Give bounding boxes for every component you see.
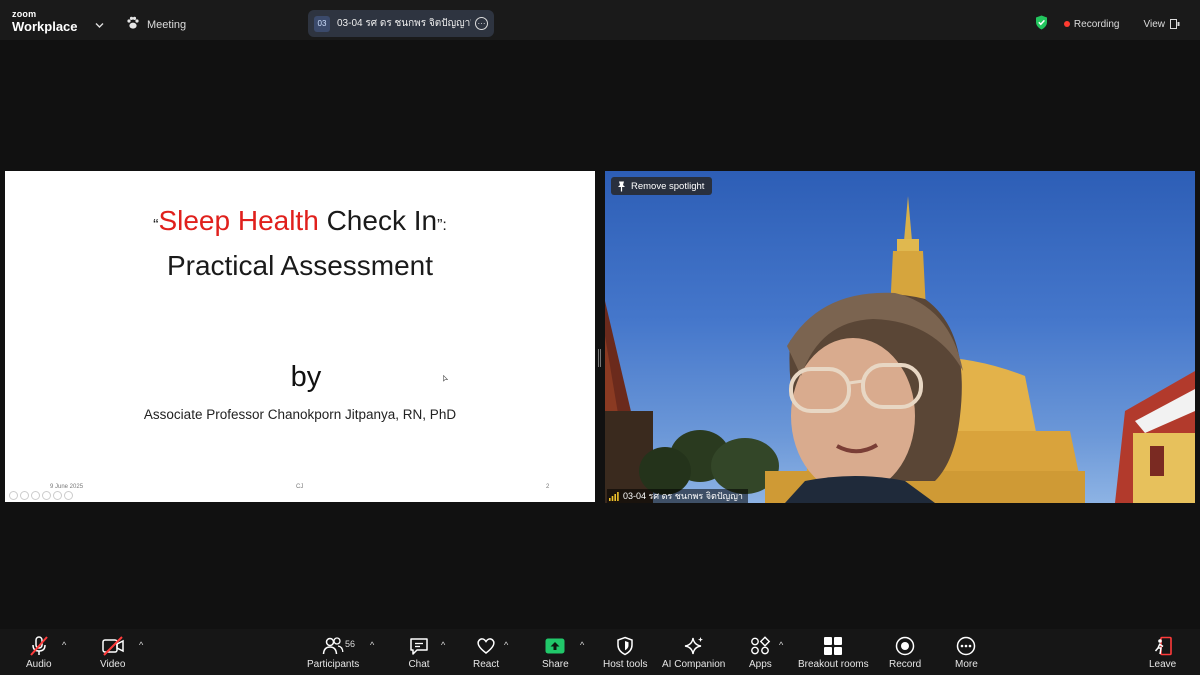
record-dot-icon: [1063, 21, 1070, 27]
more-dots-icon: [957, 636, 976, 656]
chat-button[interactable]: Chat: [408, 636, 430, 670]
audio-label: Audio: [26, 659, 52, 670]
sparkle-icon: [684, 637, 703, 655]
participants-count: 56: [345, 639, 356, 649]
slide-nav-controls[interactable]: [9, 491, 73, 500]
slide-footer-initials: CJ: [296, 484, 304, 490]
breakout-rooms-icon: [824, 637, 843, 655]
video-scene: [605, 196, 1195, 503]
top-bar: zoom Workplace Meeting 03 03-04 รศ ดร ชน…: [0, 0, 1200, 40]
remove-spotlight-button[interactable]: Remove spotlight: [611, 177, 713, 195]
apps-label: Apps: [749, 659, 772, 670]
share-label: Share: [542, 659, 569, 670]
share-button[interactable]: Share: [542, 636, 569, 670]
react-label: React: [473, 659, 500, 670]
video-label: Video: [100, 659, 126, 670]
paw-icon: [126, 16, 140, 33]
recording-label: Recording: [1073, 18, 1120, 30]
meeting-label: Meeting: [147, 18, 187, 31]
more-label: More: [955, 659, 978, 670]
chat-options-caret-icon[interactable]: ^: [441, 640, 445, 650]
record-button[interactable]: Record: [889, 636, 921, 670]
signal-strength-icon: [609, 491, 619, 501]
more-button[interactable]: More: [955, 636, 978, 670]
remove-spotlight-label: Remove spotlight: [631, 180, 705, 192]
breakout-rooms-button[interactable]: Breakout rooms: [798, 636, 869, 670]
react-options-caret-icon[interactable]: ^: [504, 640, 508, 650]
breakout-rooms-label: Breakout rooms: [798, 659, 869, 670]
slide-by: by: [290, 361, 322, 393]
more-options-icon[interactable]: ···: [475, 17, 488, 30]
slide-page-number: 2: [546, 484, 550, 490]
participants-label: Participants: [307, 659, 360, 670]
title-rest: Check In: [318, 205, 438, 236]
recording-indicator[interactable]: Recording: [1063, 18, 1120, 30]
participants-icon: [322, 637, 344, 655]
slide-title: “Sleep Health Check In”: Practical Asses…: [5, 201, 595, 286]
split-resize-handle[interactable]: [598, 349, 601, 367]
leave-button[interactable]: Leave: [1149, 636, 1176, 670]
participant-name-tag: 03-04 รศ ดร ชนกพร จิตปัญญา: [607, 489, 748, 503]
shared-screen-slide: “Sleep Health Check In”: Practical Asses…: [5, 171, 595, 502]
react-button[interactable]: React: [473, 636, 499, 670]
top-right-controls: Recording View: [1035, 15, 1180, 33]
leave-door-icon: [1154, 636, 1172, 656]
slide-nav-icon[interactable]: [20, 491, 29, 500]
ai-companion-button[interactable]: AI Companion: [662, 636, 725, 670]
slide-nav-icon[interactable]: [53, 491, 62, 500]
zoom-workplace-logo[interactable]: zoom Workplace: [12, 9, 78, 34]
video-options-caret-icon[interactable]: ^: [139, 640, 143, 650]
quote-close: ”:: [437, 217, 447, 234]
slide-nav-icon[interactable]: [64, 491, 73, 500]
slide-nav-icon[interactable]: [9, 491, 18, 500]
slide-nav-icon[interactable]: [31, 491, 40, 500]
slide-nav-icon[interactable]: [42, 491, 51, 500]
slide-author: Associate Professor Chanokporn Jitpanya,…: [143, 407, 457, 422]
video-camera-off-icon: [101, 636, 124, 656]
audio-options-caret-icon[interactable]: ^: [62, 640, 66, 650]
brand-workplace-text: Workplace: [12, 19, 78, 34]
participant-name: 03-04 รศ ดร ชนกพร จิตปัญญา: [623, 491, 743, 501]
ai-companion-label: AI Companion: [662, 659, 726, 670]
slide-footer-date: 9 June 2025: [50, 484, 84, 490]
shield-host-icon: [617, 636, 633, 656]
apps-options-caret-icon[interactable]: ^: [779, 640, 783, 650]
video-button[interactable]: Video: [100, 636, 125, 670]
record-icon: [895, 636, 915, 656]
chat-bubble-icon: [410, 638, 428, 655]
title-highlight: Sleep Health: [158, 205, 319, 236]
share-options-caret-icon[interactable]: ^: [580, 640, 584, 650]
meeting-toolbar: Audio ^ Video ^ Participants 56 ^ Chat ^: [0, 629, 1200, 675]
leave-label: Leave: [1149, 659, 1177, 670]
participant-video[interactable]: Remove spotlight 03-04 รศ ดร ชนกพร จิตปั…: [605, 171, 1195, 503]
view-label: View: [1143, 18, 1166, 30]
share-screen-icon: [545, 638, 565, 654]
sharer-avatar: 03: [314, 15, 330, 32]
record-label: Record: [889, 659, 922, 670]
microphone-muted-icon: [30, 636, 48, 656]
sharer-screen-label: 03-04 รศ ดร ชนกพร จิตปัญญา's screen: [337, 18, 471, 29]
pin-icon: [618, 181, 625, 191]
title-line-2: Practical Assessment: [166, 250, 434, 281]
brand-zoom-text: zoom: [12, 9, 37, 19]
apps-grid-icon: [751, 636, 771, 655]
apps-button[interactable]: Apps: [749, 636, 772, 670]
chat-label: Chat: [408, 659, 430, 670]
host-tools-label: Host tools: [603, 659, 648, 670]
mouse-cursor-icon: [443, 375, 448, 382]
screen-share-indicator[interactable]: 03 03-04 รศ ดร ชนกพร จิตปัญญา's screen ·…: [308, 10, 494, 37]
host-tools-button[interactable]: Host tools: [603, 636, 647, 670]
participants-options-caret-icon[interactable]: ^: [370, 640, 374, 650]
view-layout-icon: [1170, 19, 1180, 29]
view-button[interactable]: View: [1144, 19, 1181, 30]
meeting-menu[interactable]: Meeting: [126, 16, 186, 33]
shield-check-icon[interactable]: [1035, 15, 1048, 33]
audio-button[interactable]: Audio: [26, 636, 52, 670]
heart-react-icon: [477, 638, 495, 654]
chevron-down-icon[interactable]: [95, 16, 104, 34]
